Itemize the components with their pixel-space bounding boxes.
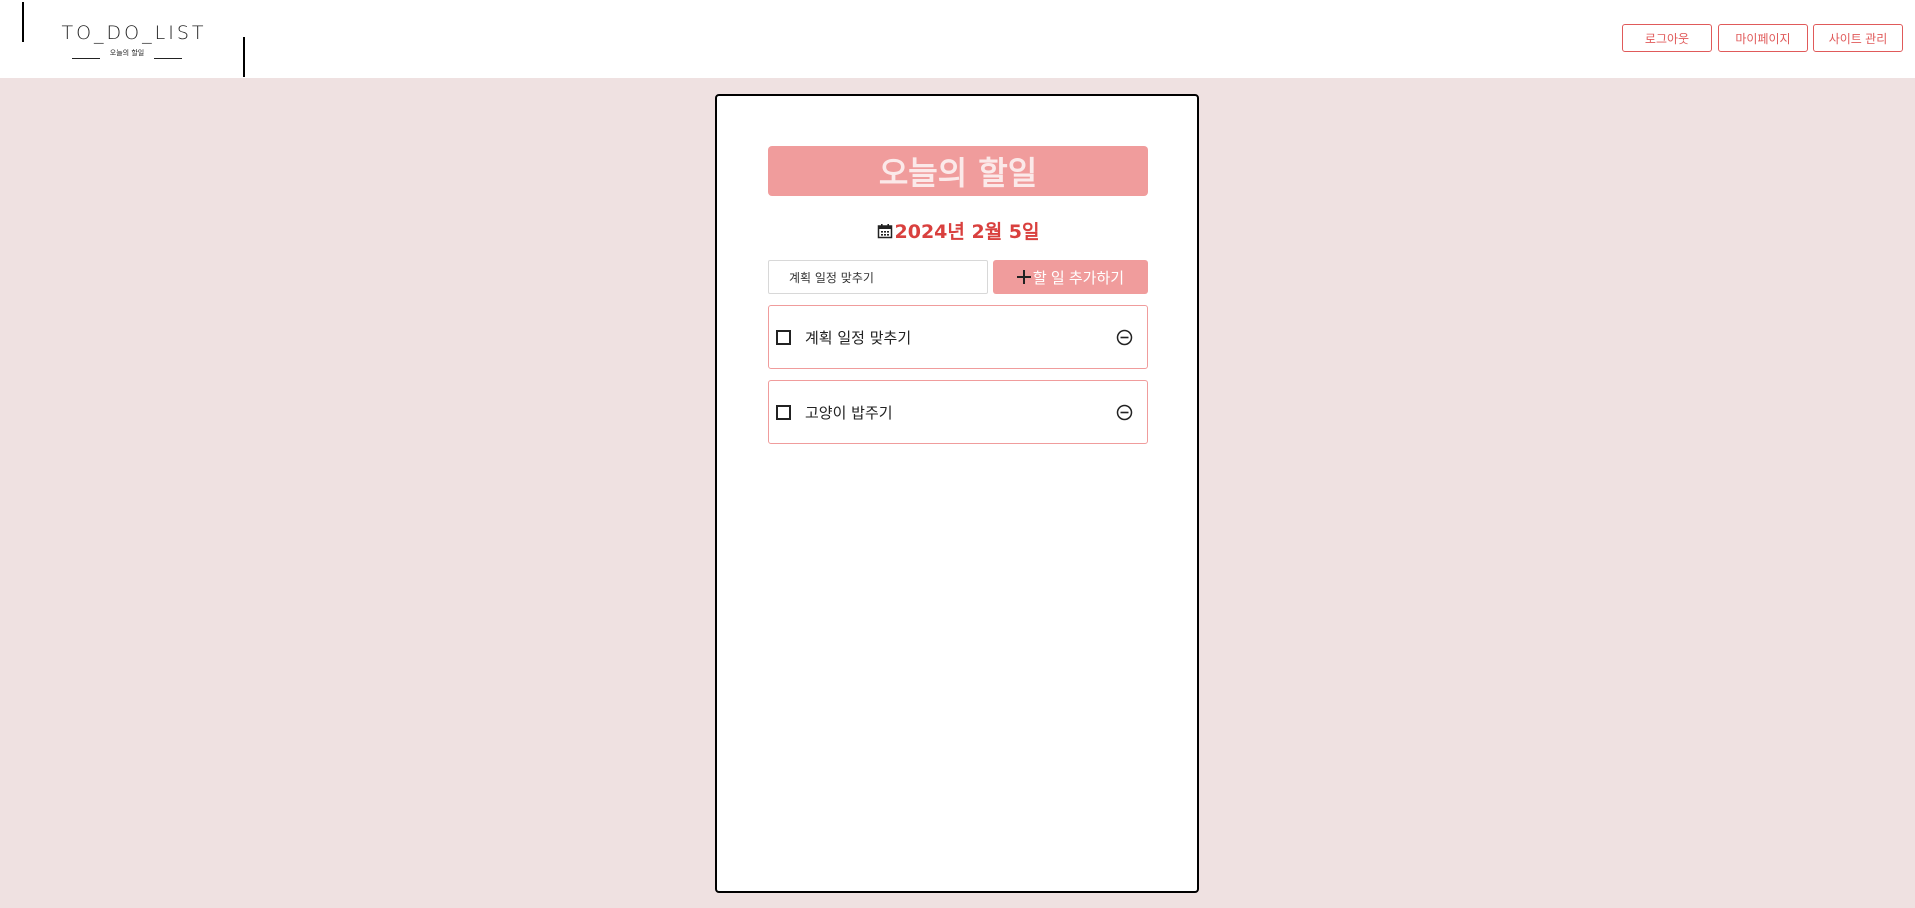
logo-underline-left — [72, 57, 100, 59]
add-todo-button[interactable]: 할 일 추가하기 — [993, 260, 1148, 294]
date-row: 2024년 2월 5일 — [768, 216, 1148, 244]
logo-subtitle: 오늘의 할일 — [109, 49, 145, 57]
top-header: TO_DO_LIST 오늘의 할일 로그아웃 마이페이지 사이트 관리 — [0, 0, 1915, 78]
todo-input[interactable] — [768, 260, 988, 294]
page-title: 오늘의 할일 — [768, 146, 1148, 196]
logout-button[interactable]: 로그아웃 — [1622, 24, 1712, 52]
todo-item: 고양이 밥주기 — [768, 380, 1148, 444]
todo-label: 계획 일정 맞추기 — [805, 329, 912, 347]
logo-divider-left — [22, 2, 24, 42]
minus-circle-icon[interactable] — [1116, 329, 1133, 346]
minus-circle-icon[interactable] — [1116, 404, 1133, 421]
site-admin-button[interactable]: 사이트 관리 — [1813, 24, 1903, 52]
todo-label: 고양이 밥주기 — [805, 404, 893, 422]
todo-item: 계획 일정 맞추기 — [768, 305, 1148, 369]
date-text: 2024년 2월 5일 — [894, 220, 1040, 243]
todo-checkbox[interactable] — [776, 405, 791, 420]
logo-underline-right — [154, 57, 182, 59]
add-todo-label: 할 일 추가하기 — [1032, 269, 1125, 287]
todo-card: 오늘의 할일 2024년 2월 5일 할 — [715, 94, 1199, 893]
plus-icon — [1016, 270, 1031, 284]
todo-checkbox[interactable] — [776, 330, 791, 345]
mypage-button[interactable]: 마이페이지 — [1718, 24, 1808, 52]
logo-divider-right — [243, 37, 245, 77]
logo-title[interactable]: TO_DO_LIST — [54, 22, 214, 44]
calendar-icon — [877, 222, 893, 239]
logo-subtitle-wrap: 오늘의 할일 — [72, 46, 182, 60]
